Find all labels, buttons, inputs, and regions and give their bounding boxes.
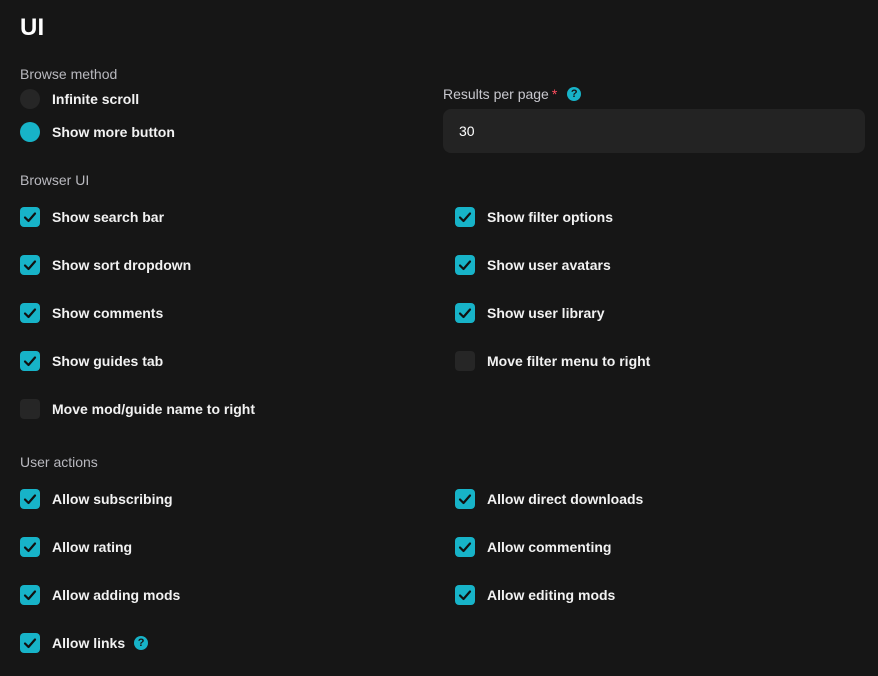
checkbox-label: Allow adding mods [52,587,181,603]
checkbox-move-filter-menu-right[interactable]: Move filter menu to right [455,350,650,372]
browser-ui-label: Browser UI [20,172,90,188]
checkbox-label: Allow rating [52,539,133,555]
checkbox-checked[interactable] [20,303,40,323]
checkbox-checked[interactable] [455,207,475,227]
question-circle-icon[interactable]: ? [567,87,582,101]
user-actions-label: User actions [20,454,98,470]
checkbox-checked[interactable] [455,489,475,509]
radio-button-selected[interactable] [20,122,40,142]
checkbox-show-user-library[interactable]: Show user library [455,302,604,324]
checkbox-label: Show comments [52,305,164,321]
checkbox-show-filter-options[interactable]: Show filter options [455,206,613,228]
checkbox-show-sort-dropdown[interactable]: Show sort dropdown [20,254,191,276]
checkbox-checked[interactable] [455,255,475,275]
checkbox-show-comments[interactable]: Show comments [20,302,163,324]
checkbox-allow-links[interactable]: Allow links ? [20,632,149,654]
checkbox-unchecked[interactable] [20,399,40,419]
radio-label: Show more button [52,124,175,140]
browse-method-label: Browse method [20,66,118,82]
checkbox-allow-editing-mods[interactable]: Allow editing mods [455,584,615,606]
checkbox-checked[interactable] [20,633,40,653]
checkbox-allow-rating[interactable]: Allow rating [20,536,132,558]
checkbox-checked[interactable] [20,585,40,605]
results-per-page-input[interactable] [443,109,865,153]
checkbox-checked[interactable] [20,255,40,275]
checkbox-label: Show filter options [487,209,613,225]
checkbox-label: Allow subscribing [52,491,173,507]
checkbox-checked[interactable] [20,489,40,509]
checkbox-label: Show user library [487,305,605,321]
checkbox-label: Allow editing mods [487,587,616,603]
checkbox-allow-adding-mods[interactable]: Allow adding mods [20,584,180,606]
checkbox-label: Show sort dropdown [52,257,192,273]
checkbox-show-user-avatars[interactable]: Show user avatars [455,254,611,276]
question-circle-icon[interactable]: ? [134,636,149,650]
radio-button[interactable] [20,89,40,109]
checkbox-show-guides-tab[interactable]: Show guides tab [20,350,163,372]
field-label-text: Results per page [443,86,549,102]
checkbox-checked[interactable] [455,585,475,605]
checkbox-label: Show user avatars [487,257,611,273]
checkbox-checked[interactable] [455,537,475,557]
checkbox-allow-commenting[interactable]: Allow commenting [455,536,611,558]
checkbox-checked[interactable] [20,351,40,371]
checkbox-label: Move mod/guide name to right [52,401,256,417]
checkbox-checked[interactable] [20,537,40,557]
checkbox-label: Show search bar [52,209,165,225]
checkbox-checked[interactable] [455,303,475,323]
radio-label: Infinite scroll [52,91,140,107]
checkbox-label: Allow direct downloads [487,491,644,507]
checkbox-move-name-right[interactable]: Move mod/guide name to right [20,398,255,420]
checkbox-checked[interactable] [20,207,40,227]
checkbox-allow-direct-downloads[interactable]: Allow direct downloads [455,488,643,510]
required-asterisk: * [551,86,558,102]
checkbox-label: Allow commenting [487,539,612,555]
checkbox-label: Move filter menu to right [487,353,651,369]
results-per-page-label: Results per page * ? [443,86,582,102]
page-title: UI [20,14,45,41]
checkbox-unchecked[interactable] [455,351,475,371]
radio-show-more-button[interactable]: Show more button [20,121,175,143]
radio-infinite-scroll[interactable]: Infinite scroll [20,88,139,110]
checkbox-allow-subscribing[interactable]: Allow subscribing [20,488,173,510]
checkbox-label: Allow links [52,635,126,651]
checkbox-show-search-bar[interactable]: Show search bar [20,206,164,228]
checkbox-label: Show guides tab [52,353,164,369]
